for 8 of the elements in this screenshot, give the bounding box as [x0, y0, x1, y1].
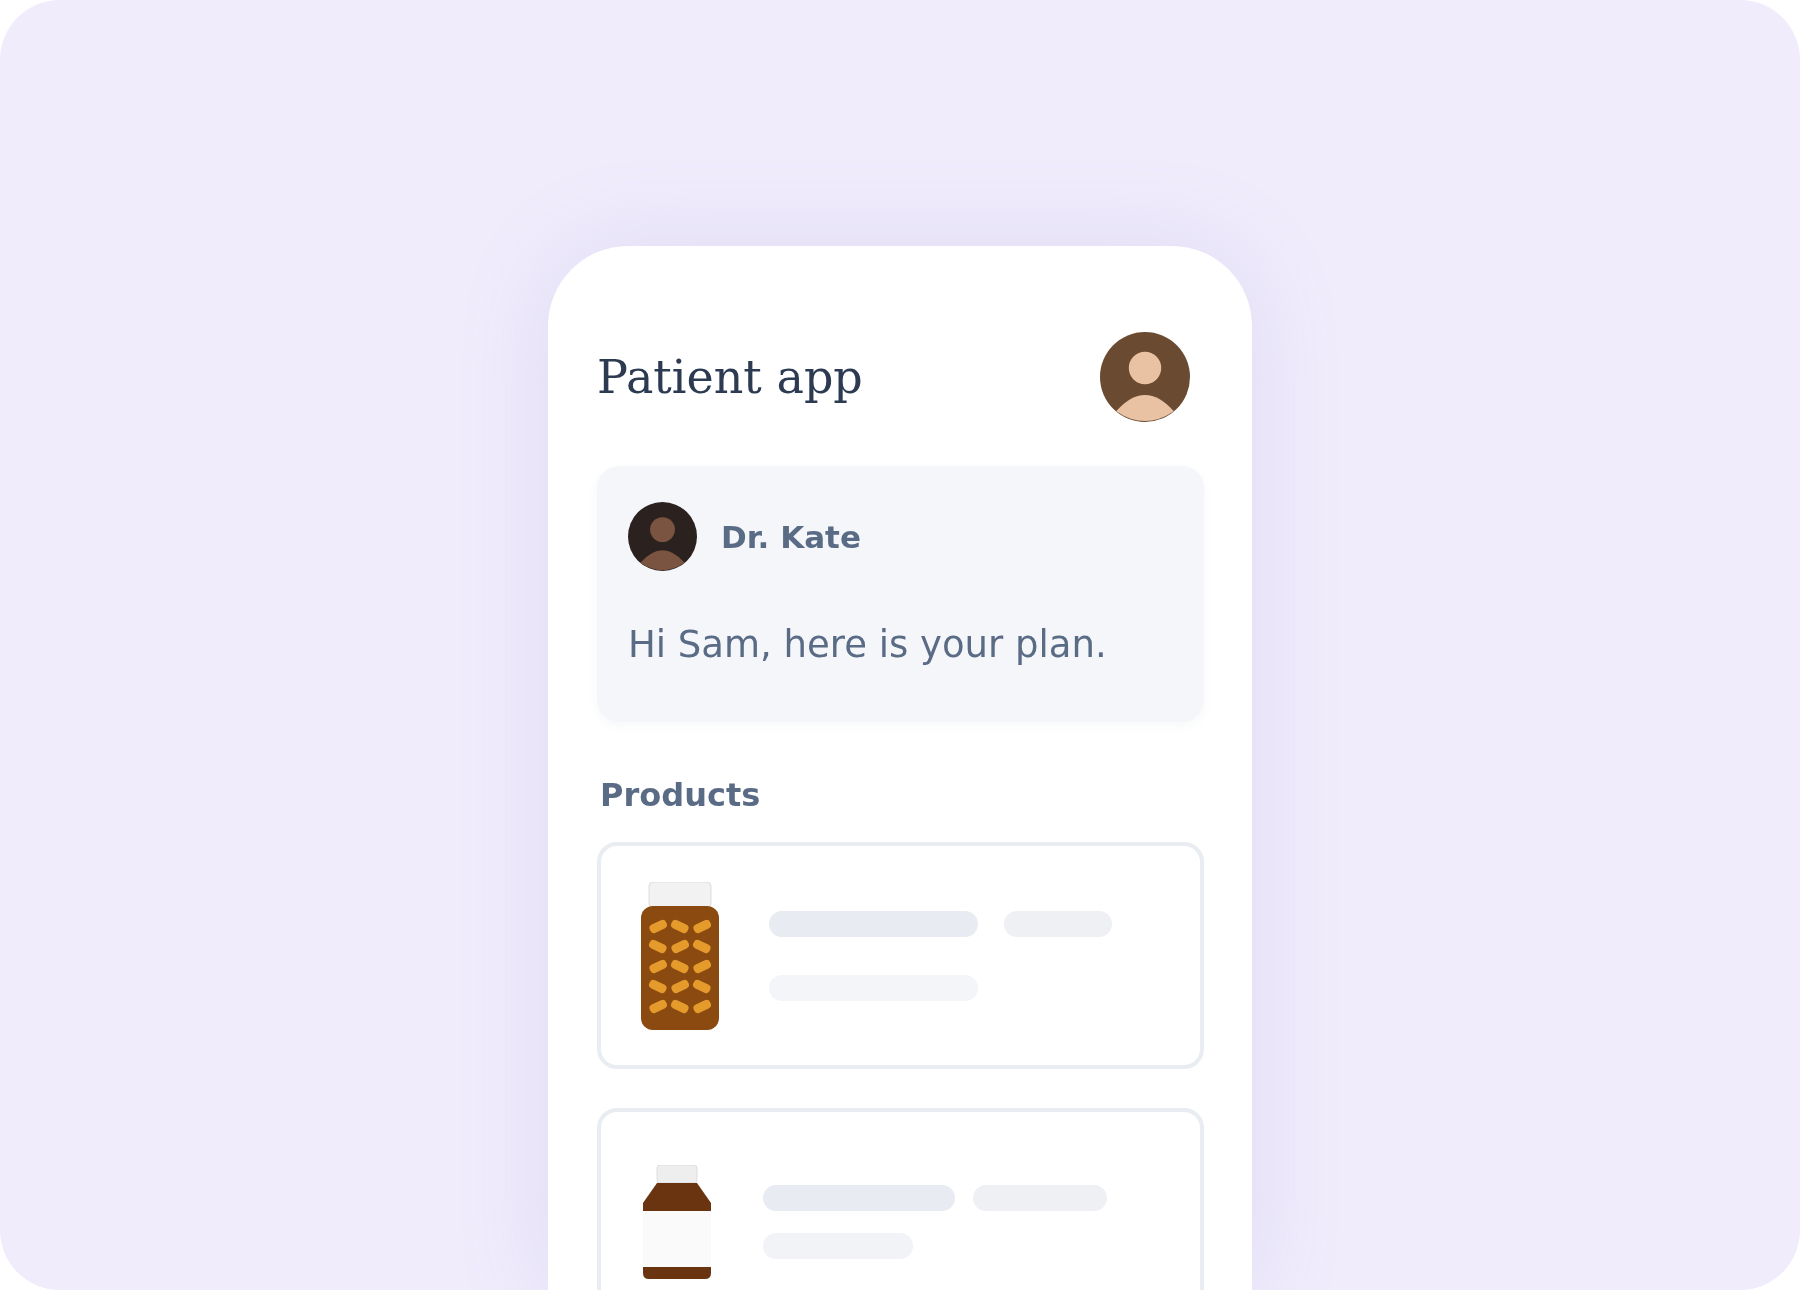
- section-heading: Products: [600, 776, 762, 814]
- avatar-icon: [1100, 332, 1190, 422]
- product-card[interactable]: [597, 842, 1204, 1069]
- app-title: Patient app: [597, 350, 863, 404]
- product-card[interactable]: [597, 1108, 1204, 1290]
- avatar-icon: [628, 502, 697, 571]
- message-text: Hi Sam, here is your plan.: [628, 623, 1108, 666]
- sender-name: Dr. Kate: [721, 518, 861, 555]
